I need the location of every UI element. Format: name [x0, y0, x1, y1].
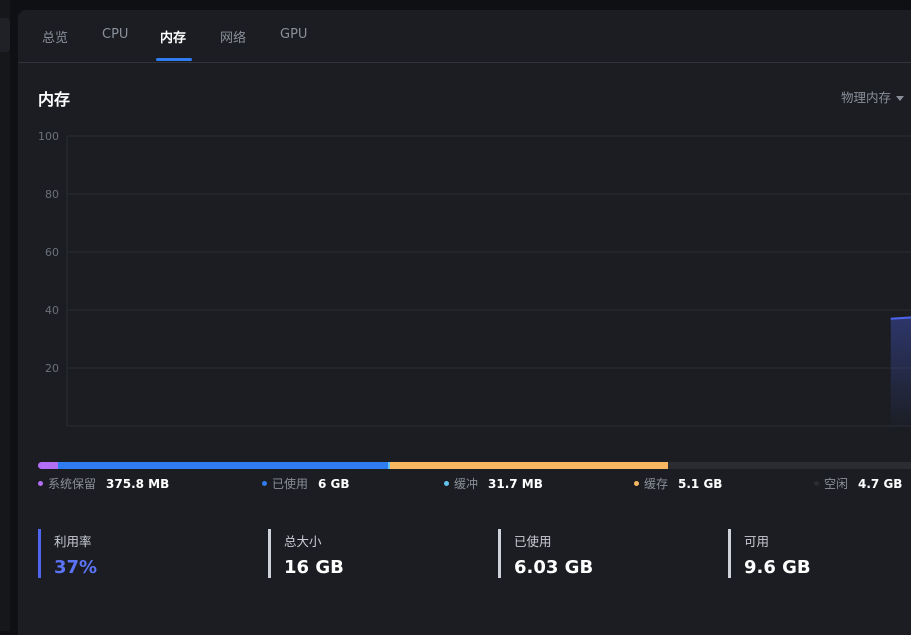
legend-label: 空闲: [824, 477, 849, 491]
memory-usage-line: [890, 316, 911, 320]
bar-segment-reserved: [38, 462, 59, 469]
stat-label: 可用: [744, 534, 770, 549]
stat-value: 9.6 GB: [744, 557, 811, 578]
stat-label: 已使用: [514, 534, 552, 549]
stat-value: 6.03 GB: [514, 557, 594, 578]
legend-free: 空闲 4.7 GB: [814, 475, 902, 492]
legend-label: 系统保留: [48, 477, 97, 491]
stat-label: 利用率: [54, 534, 92, 549]
legend-reserved: 系统保留 375.8 MB: [38, 475, 169, 492]
legend-buffer: 缓冲 31.7 MB: [444, 475, 543, 492]
stat-label: 总大小: [284, 534, 322, 549]
legend-label: 缓存: [644, 477, 669, 491]
reserved-dot: [38, 481, 43, 486]
memory-composition-bar: [38, 462, 911, 469]
bar-segment-free: [668, 462, 911, 469]
stat-utilization: 利用率 37%: [38, 529, 97, 578]
memory-panel: 总览 CPU 内存 网络 GPU 内存 物理内存 100 80 60 40 20 系统保…: [18, 10, 911, 635]
legend-value: 375.8 MB: [106, 476, 170, 491]
used-dot: [262, 481, 267, 486]
legend-value: 6 GB: [318, 476, 350, 491]
y-tick-label: 40: [45, 304, 59, 317]
legend-cache: 缓存 5.1 GB: [634, 475, 722, 492]
stat-available: 可用 9.6 GB: [728, 529, 811, 578]
sidebar-selected-item[interactable]: [0, 18, 10, 52]
y-tick-label: 20: [45, 362, 59, 375]
bar-segment-used: [58, 462, 389, 469]
cache-dot: [634, 481, 639, 486]
left-sidebar-edge: [0, 0, 10, 631]
legend-label: 已使用: [272, 477, 309, 491]
legend-value: 5.1 GB: [678, 476, 723, 491]
y-tick-label: 80: [45, 188, 59, 201]
stat-used: 已使用 6.03 GB: [498, 529, 593, 578]
legend-value: 4.7 GB: [858, 476, 903, 491]
y-tick-label: 100: [38, 130, 59, 143]
buffer-dot: [444, 481, 449, 486]
legend-used: 已使用 6 GB: [262, 475, 350, 492]
stat-value: 37%: [54, 557, 98, 578]
stat-total-size: 总大小 16 GB: [268, 529, 344, 578]
stat-value: 16 GB: [284, 557, 344, 578]
legend-value: 31.7 MB: [488, 476, 543, 491]
memory-usage-chart: 100 80 60 40 20: [38, 130, 911, 427]
legend-label: 缓冲: [454, 477, 479, 491]
free-dot: [814, 481, 819, 486]
y-tick-label: 60: [45, 246, 59, 259]
bar-segment-cache: [389, 462, 669, 469]
memory-area-fill: [890, 317, 911, 426]
